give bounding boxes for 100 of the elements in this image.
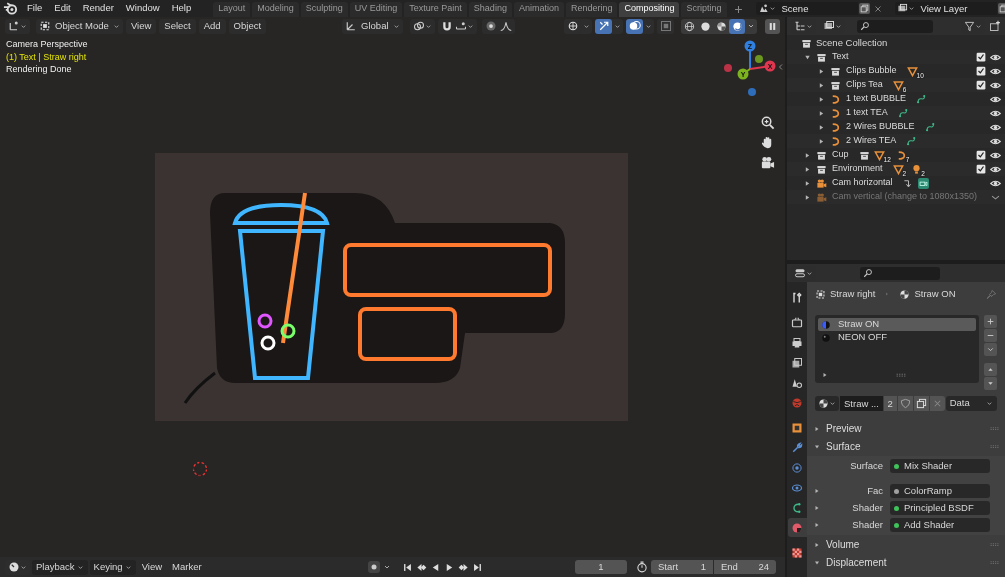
move-down-icon[interactable]: [984, 377, 997, 390]
arrow-icon[interactable]: [902, 177, 914, 189]
search-field[interactable]: [860, 266, 940, 280]
outliner-item[interactable]: 1 text BUBBLE: [846, 92, 907, 106]
curve-data-icon[interactable]: [924, 121, 936, 133]
material-slot[interactable]: Straw ON: [818, 318, 976, 331]
shader-field[interactable]: Mix Shader: [890, 459, 990, 473]
copy-icon[interactable]: [858, 3, 870, 14]
shader-field[interactable]: Add Shader: [890, 518, 990, 532]
scene-type-button[interactable]: [755, 2, 778, 15]
triangle-icon[interactable]: [892, 79, 904, 91]
scene-name-field[interactable]: Scene: [777, 2, 858, 15]
menu-button[interactable]: Select: [159, 18, 196, 34]
disclosure-triangle-icon[interactable]: [821, 371, 829, 379]
workspace-tab[interactable]: Layout: [213, 1, 251, 17]
new-collection-icon[interactable]: [989, 20, 1001, 32]
browse-material-button[interactable]: [815, 396, 839, 411]
mode-dropdown[interactable]: Object Mode: [36, 18, 123, 34]
workspace-tab[interactable]: Modeling: [252, 1, 299, 17]
overlay-toggle[interactable]: [626, 18, 643, 34]
workspace-tab[interactable]: Rendering: [565, 1, 618, 17]
outliner-item[interactable]: Cam horizontal: [832, 176, 893, 190]
pivot-button[interactable]: [409, 18, 435, 34]
add-icon[interactable]: [984, 315, 997, 328]
menu-item[interactable]: Render: [76, 1, 120, 16]
workspace-tab[interactable]: Shading: [468, 1, 512, 17]
gizmo-toggle[interactable]: [595, 18, 612, 34]
workspace-tab[interactable]: UV Editing: [349, 1, 403, 17]
checkbox[interactable]: [976, 164, 986, 174]
disclosure-triangle-icon[interactable]: [813, 504, 821, 512]
menu-button[interactable]: View: [137, 559, 167, 575]
jump-end-icon[interactable]: [471, 561, 483, 573]
curve-data-icon[interactable]: [897, 107, 909, 119]
shading-button[interactable]: [729, 18, 745, 34]
caret-icon[interactable]: [382, 563, 391, 571]
view-layer-name-field[interactable]: View Layer: [916, 2, 997, 15]
duplicate-icon[interactable]: [913, 396, 929, 411]
frame-field[interactable]: 1: [575, 560, 627, 574]
collection-icon[interactable]: [858, 149, 870, 161]
link-dropdown[interactable]: Data: [945, 396, 997, 411]
workspace-tab[interactable]: Animation: [513, 1, 564, 17]
caret-icon[interactable]: [614, 22, 621, 30]
app-logo-icon[interactable]: [3, 1, 18, 16]
pause-button[interactable]: [765, 18, 780, 34]
menu-button[interactable]: Playback: [32, 559, 88, 575]
menu-button[interactable]: View: [125, 18, 157, 34]
outliner-item[interactable]: Clips Bubble: [846, 64, 897, 78]
disclosure-triangle-icon[interactable]: [813, 487, 821, 495]
jump-start-icon[interactable]: [401, 561, 413, 573]
start-frame-field[interactable]: Start 1: [651, 560, 713, 574]
end-frame-field[interactable]: End 24: [714, 560, 776, 574]
add-icon[interactable]: [732, 3, 744, 15]
checkbox[interactable]: [976, 52, 986, 62]
snap-button[interactable]: [437, 18, 477, 34]
workspace-tab[interactable]: Sculpting: [300, 1, 348, 17]
cursor-3d-icon[interactable]: [192, 461, 208, 477]
view-layer-type-button[interactable]: [894, 2, 917, 15]
stopwatch-icon[interactable]: [636, 561, 648, 573]
menu-item[interactable]: Help: [165, 1, 198, 16]
menu-item[interactable]: Edit: [48, 1, 77, 16]
outliner-item[interactable]: Text: [832, 50, 849, 64]
triangle-icon[interactable]: [873, 149, 885, 161]
curve-data-icon[interactable]: [906, 135, 918, 147]
checkbox[interactable]: [976, 150, 986, 160]
fake-user-icon[interactable]: [897, 396, 913, 411]
editor-type-button[interactable]: [5, 18, 30, 34]
menu-button[interactable]: Object: [228, 18, 267, 34]
outliner-item[interactable]: 1 text TEA: [846, 106, 888, 120]
camera-icon[interactable]: [760, 155, 775, 170]
record-icon[interactable]: [367, 561, 380, 573]
close-icon[interactable]: [872, 3, 883, 14]
menu-item[interactable]: Window: [119, 1, 166, 16]
triangle-icon[interactable]: [892, 163, 904, 175]
workspace-tab[interactable]: Scripting: [681, 1, 727, 17]
disclosure-triangle-icon[interactable]: [813, 521, 821, 529]
workspace-tab[interactable]: Compositing: [619, 1, 680, 17]
orientation-dropdown[interactable]: Global: [342, 18, 403, 34]
caret-icon[interactable]: [984, 343, 997, 356]
shader-field[interactable]: Principled BSDF: [890, 501, 990, 515]
outliner-item[interactable]: 2 Wires BUBBLE: [846, 120, 915, 134]
bulb-icon[interactable]: [911, 163, 923, 175]
menu-item[interactable]: File: [21, 1, 49, 16]
caret-icon[interactable]: [645, 22, 652, 30]
remove-icon[interactable]: [984, 329, 997, 342]
outliner-item[interactable]: Clips Tea: [846, 78, 883, 92]
collection-name[interactable]: Scene Collection: [816, 35, 888, 51]
menu-button[interactable]: Keying: [89, 559, 136, 575]
curve-data-icon[interactable]: [916, 93, 928, 105]
material-name-field[interactable]: Straw ...: [840, 396, 883, 411]
properties-tab[interactable]: [787, 518, 807, 537]
user-count[interactable]: 2: [883, 396, 897, 411]
checkbox[interactable]: [976, 80, 986, 90]
menu-button[interactable]: Add: [198, 18, 226, 34]
triangle-icon[interactable]: [906, 65, 918, 77]
workspace-tab[interactable]: Texture Paint: [404, 1, 467, 17]
search-field[interactable]: [857, 19, 933, 33]
outliner-item[interactable]: Cup: [832, 148, 849, 162]
outliner-item[interactable]: 2 Wires TEA: [846, 134, 897, 148]
proportional-button[interactable]: [481, 18, 515, 34]
copy-icon[interactable]: [997, 3, 1005, 14]
